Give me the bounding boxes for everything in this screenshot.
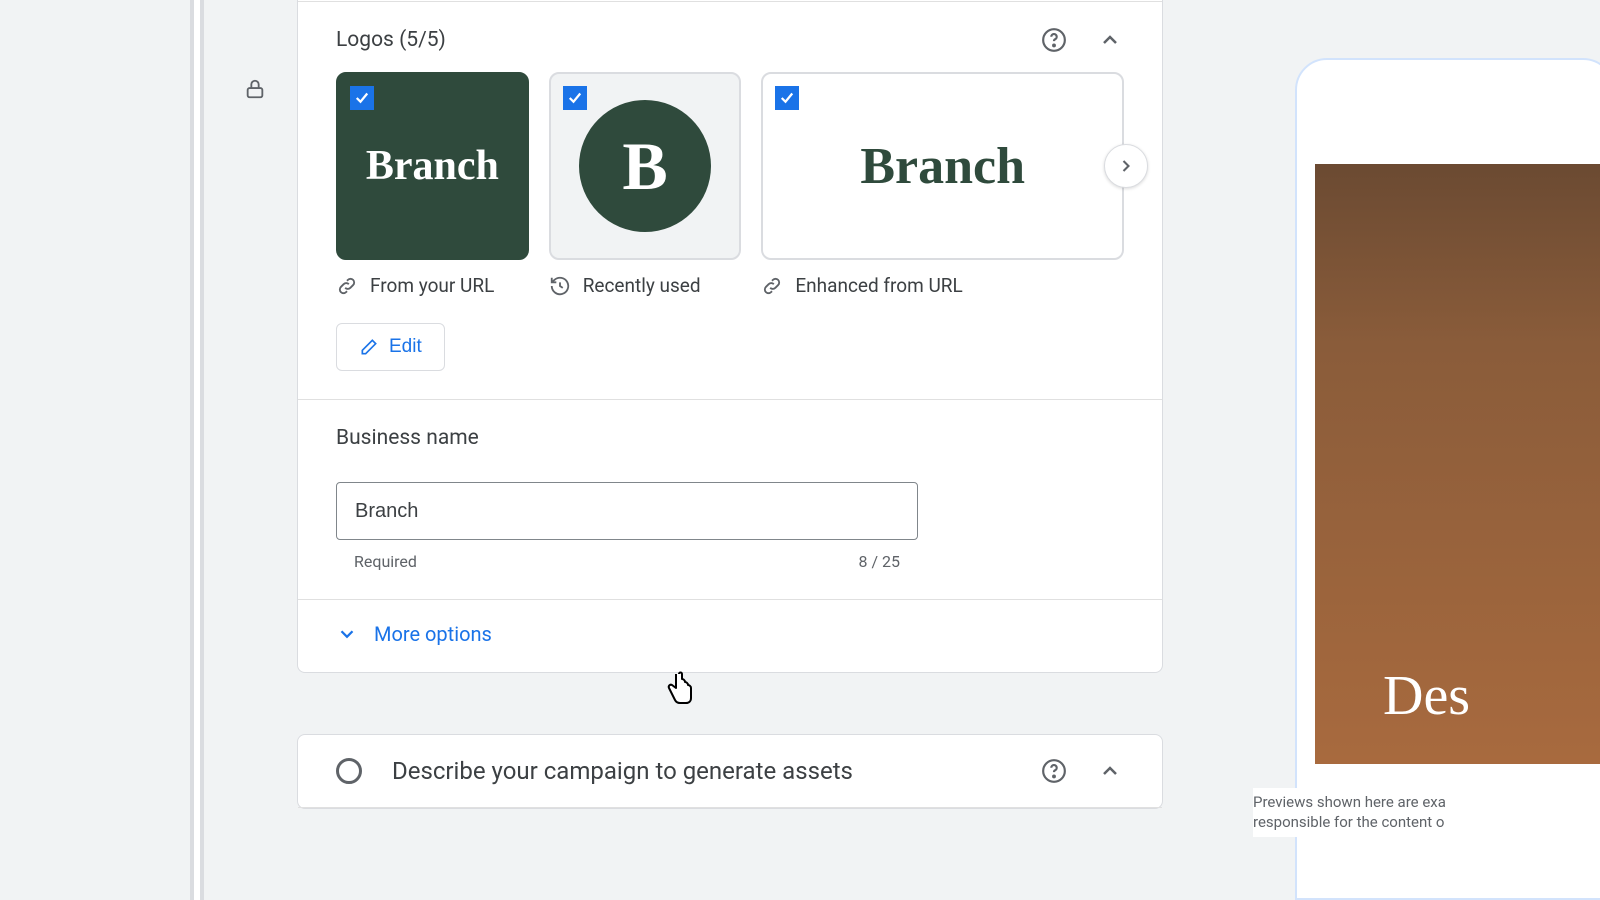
business-name-label: Business name: [336, 426, 1124, 450]
describe-card: Describe your campaign to generate asset…: [297, 734, 1163, 809]
assets-card: Logos (5/5) Branch B: [297, 0, 1163, 673]
logo-caption-2: Recently used: [549, 274, 742, 297]
business-name-input[interactable]: [336, 482, 918, 540]
edit-button-label: Edit: [389, 336, 422, 358]
char-counter: 8 / 25: [858, 552, 900, 571]
preview-footer-line: responsible for the content o: [1253, 812, 1600, 832]
logo-caption-1: From your URL: [336, 274, 529, 297]
logo-brand-text: Branch: [366, 142, 499, 190]
checkbox-icon[interactable]: [563, 86, 587, 110]
preview-headline: Des: [1383, 664, 1470, 728]
history-icon: [549, 275, 571, 297]
help-icon[interactable]: [1040, 26, 1068, 54]
caption-text: Recently used: [583, 274, 701, 297]
logos-header: Logos (5/5): [298, 2, 1162, 72]
describe-title: Describe your campaign to generate asset…: [392, 757, 1012, 785]
pencil-icon: [359, 337, 379, 357]
logo-brand-circle: B: [579, 100, 711, 232]
link-icon: [336, 275, 358, 297]
logo-brand-text: Branch: [860, 137, 1025, 196]
logo-tile-2[interactable]: B: [549, 72, 742, 260]
logo-captions: From your URL Recently used Enhanced fro…: [298, 260, 1162, 323]
business-name-meta: Required 8 / 25: [336, 540, 918, 571]
logo-caption-3: Enhanced from URL: [761, 274, 1124, 297]
checkbox-icon[interactable]: [350, 86, 374, 110]
next-arrow-button[interactable]: [1104, 144, 1148, 188]
more-options-label: More options: [374, 622, 492, 646]
preview-footer: Previews shown here are exa responsible …: [1253, 788, 1600, 837]
link-icon: [761, 275, 783, 297]
divider: [298, 807, 1162, 808]
lock-icon: [244, 76, 266, 102]
radio-unchecked-icon[interactable]: [336, 758, 362, 784]
caption-text: From your URL: [370, 274, 494, 297]
logo-brand-letter: B: [622, 127, 667, 206]
edit-button[interactable]: Edit: [336, 323, 445, 371]
logos-title: Logos (5/5): [336, 28, 1012, 52]
logo-tile-3[interactable]: Branch: [761, 72, 1124, 260]
describe-row[interactable]: Describe your campaign to generate asset…: [298, 735, 1162, 807]
checkbox-icon[interactable]: [775, 86, 799, 110]
caption-text: Enhanced from URL: [795, 274, 962, 297]
preview-image: Des: [1315, 164, 1600, 764]
vertical-rail-inner: [194, 0, 200, 900]
collapse-icon[interactable]: [1096, 26, 1124, 54]
cursor-pointer-icon: [664, 670, 700, 710]
more-options-toggle[interactable]: More options: [298, 600, 1162, 672]
preview-panel: Des: [1295, 58, 1600, 900]
chevron-down-icon: [336, 623, 358, 645]
preview-footer-line: Previews shown here are exa: [1253, 792, 1600, 812]
business-name-section: Business name Required 8 / 25: [298, 400, 1162, 599]
help-icon[interactable]: [1040, 757, 1068, 785]
collapse-icon[interactable]: [1096, 757, 1124, 785]
logo-tile-1[interactable]: Branch: [336, 72, 529, 260]
logos-row: Branch B Branch: [298, 72, 1162, 260]
required-label: Required: [354, 552, 417, 571]
